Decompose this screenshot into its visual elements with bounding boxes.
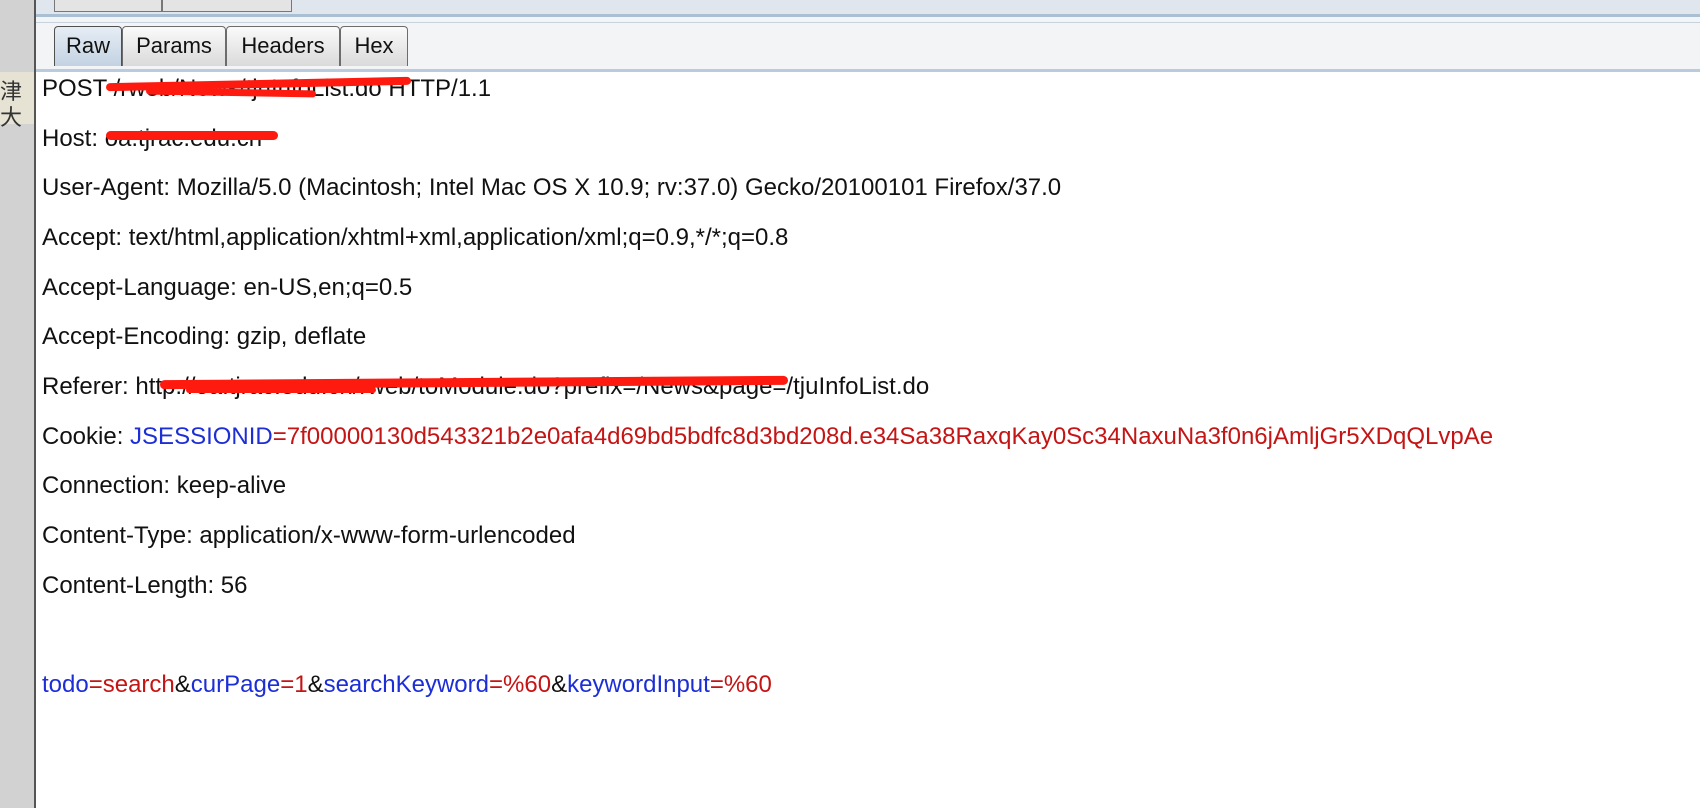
left-window-edge: 津大: [0, 0, 36, 808]
background-window-text: 津大: [0, 80, 23, 131]
raw-request-editor[interactable]: POST /rweb/News/tjuInfoList.do HTTP/1.1 …: [36, 72, 1700, 808]
tab-headers[interactable]: Headers: [226, 26, 340, 66]
param-value: 1: [294, 671, 308, 698]
header-content-type: Content-Type: application/x-www-form-url…: [42, 522, 576, 549]
header-content-length: Content-Length: 56: [42, 572, 248, 599]
header-accept-encoding: Accept-Encoding: gzip, deflate: [42, 323, 367, 350]
cookie-name: JSESSIONID: [130, 423, 273, 450]
redaction-mark: [186, 387, 376, 393]
header-accept-language: Accept-Language: en-US,en;q=0.5: [42, 274, 413, 301]
outer-tab-strip: [36, 0, 1700, 17]
param-value: %60: [503, 671, 552, 698]
param-key: curPage: [190, 671, 281, 698]
param-value: search: [102, 671, 175, 698]
header-cookie: Cookie: JSESSIONID=7f00000130d543321b2e0…: [42, 423, 1494, 450]
header-user-agent: User-Agent: Mozilla/5.0 (Macintosh; Inte…: [42, 174, 1062, 201]
header-accept: Accept: text/html,application/xhtml+xml,…: [42, 224, 789, 251]
tab-params[interactable]: Params: [122, 26, 226, 66]
redaction-mark: [106, 131, 278, 140]
cookie-value: 7f00000130d543321b2e0afa4d69bd5bdfc8d3bd…: [286, 423, 1494, 450]
tab-raw[interactable]: Raw: [54, 26, 122, 66]
outer-tab-request[interactable]: [54, 0, 162, 12]
param-key: searchKeyword: [323, 671, 489, 698]
param-key: todo: [42, 671, 89, 698]
param-value: %60: [723, 671, 772, 698]
request-body: todo=search&curPage=1&searchKeyword=%60&…: [42, 671, 772, 698]
message-tab-bar: Raw Params Headers Hex: [36, 17, 1700, 72]
header-connection: Connection: keep-alive: [42, 472, 287, 499]
param-key: keywordInput: [567, 671, 710, 698]
outer-tab-response[interactable]: [162, 0, 292, 12]
tab-hex[interactable]: Hex: [340, 26, 408, 66]
